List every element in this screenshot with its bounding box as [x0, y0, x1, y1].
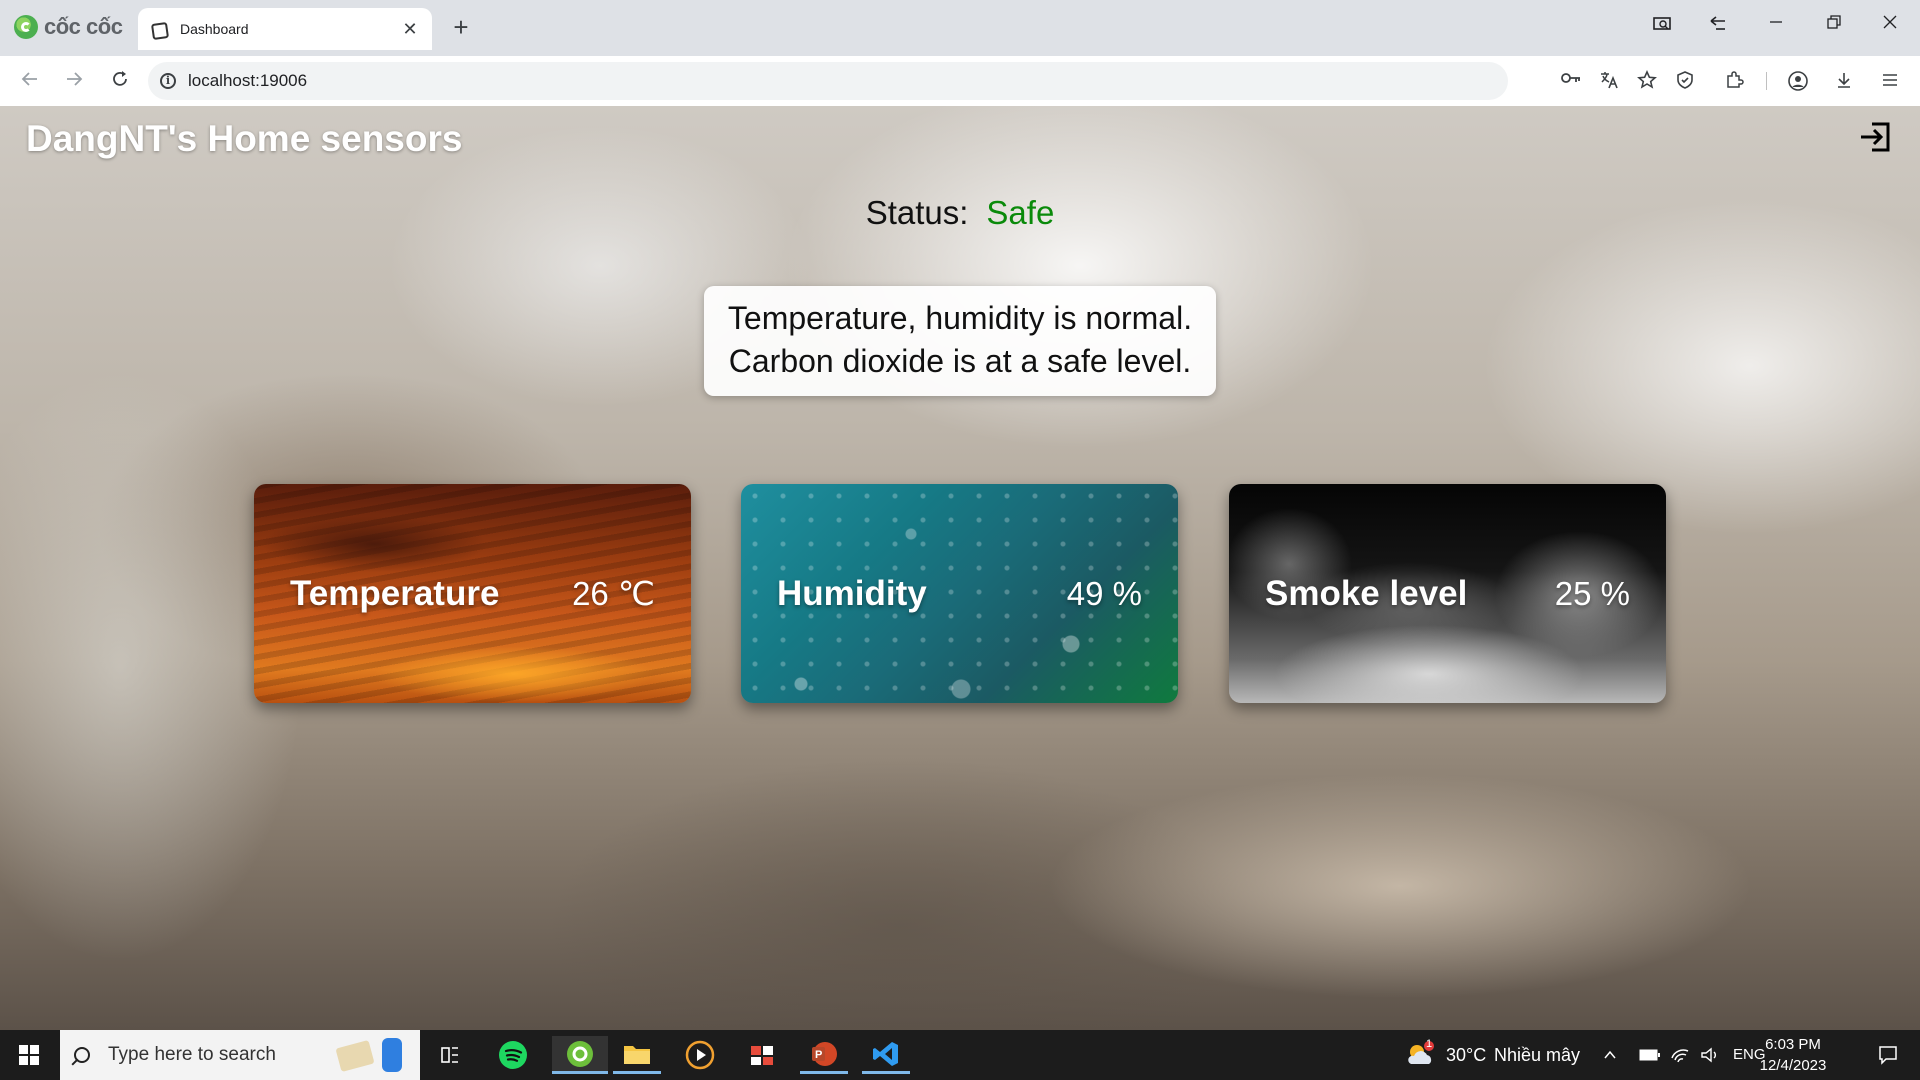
battery-icon[interactable] [1636, 1036, 1664, 1074]
search-highlight-image [320, 1030, 420, 1080]
weather-icon[interactable] [1396, 1036, 1444, 1074]
media-player-icon[interactable] [676, 1036, 724, 1074]
address-bar: i localhost:19006 [0, 56, 1920, 107]
close-icon[interactable] [1872, 14, 1908, 35]
search-icon [74, 1047, 90, 1063]
download-icon[interactable] [1830, 70, 1858, 96]
status-message-box: Temperature, humidity is normal. Carbon … [704, 286, 1216, 396]
page-title: DangNT's Home sensors [26, 118, 463, 159]
smoke-level-label: Smoke level [1265, 573, 1468, 613]
smoke-level-value: 25 % [1554, 574, 1630, 612]
status-value: Safe [986, 194, 1055, 231]
volume-icon[interactable] [1696, 1036, 1724, 1074]
snipping-icon[interactable] [738, 1036, 786, 1074]
task-view-icon[interactable] [426, 1036, 474, 1074]
reload-icon[interactable] [106, 68, 134, 96]
humidity-card[interactable]: Humidity 49 % [741, 484, 1178, 703]
search-placeholder: Type here to search [108, 1044, 276, 1065]
status-message-line1: Temperature, humidity is normal. [727, 300, 1193, 336]
temperature-card[interactable]: Temperature 26 ℃ [254, 484, 691, 703]
omnibox[interactable]: i localhost:19006 [148, 62, 1508, 100]
svg-text:P: P [815, 1049, 822, 1061]
screen-capture-icon[interactable] [1644, 14, 1680, 39]
restore-icon[interactable] [1816, 14, 1852, 35]
tab-title: Dashboard [180, 21, 249, 37]
taskbar-search-box[interactable]: Type here to search [60, 1030, 420, 1080]
humidity-label: Humidity [777, 573, 927, 613]
back-arrow-icon[interactable] [16, 68, 44, 96]
taskbar-clock[interactable]: 6:03 PM 12/4/2023 [1758, 1034, 1828, 1076]
windows-taskbar: Type here to search P 1 30°C Nhiều mây E… [0, 1030, 1920, 1080]
file-explorer-icon[interactable] [613, 1036, 661, 1074]
translate-icon[interactable] [1596, 70, 1622, 96]
info-icon[interactable]: i [160, 73, 176, 89]
coccoc-logo-icon [14, 15, 38, 39]
clock-date: 12/4/2023 [1759, 1057, 1827, 1074]
weather-desc[interactable]: Nhiều mây [1494, 1030, 1580, 1080]
menu-icon[interactable] [1876, 70, 1904, 96]
smoke-level-card[interactable]: Smoke level 25 % [1229, 484, 1666, 703]
key-icon[interactable] [1558, 70, 1584, 92]
profile-icon[interactable] [1784, 70, 1812, 98]
tab-close-button[interactable]: ✕ [400, 19, 420, 40]
vscode-icon[interactable] [862, 1036, 910, 1074]
url-text[interactable]: localhost:19006 [188, 71, 307, 91]
dashboard-page: DangNT's Home sensors Status: Safe Temper… [0, 106, 1920, 1030]
minimize-icon[interactable] [1758, 14, 1794, 35]
weather-temp[interactable]: 30°C [1446, 1030, 1486, 1080]
tab-favicon-icon [150, 20, 168, 38]
new-tab-button[interactable]: + [446, 12, 476, 42]
notification-icon[interactable] [1864, 1036, 1912, 1074]
shield-icon[interactable] [1672, 70, 1698, 96]
temperature-label: Temperature [290, 573, 500, 613]
browser-tab-bar: cốc cốc Dashboard ✕ + [0, 0, 1920, 56]
star-icon[interactable] [1634, 70, 1660, 96]
logout-icon[interactable] [1858, 120, 1892, 154]
coccoc-taskbar-icon[interactable] [552, 1036, 608, 1074]
clock-time: 6:03 PM [1765, 1036, 1821, 1053]
chevron-up-icon[interactable] [1596, 1036, 1624, 1074]
temperature-value: 26 ℃ [572, 575, 655, 612]
powerpoint-icon[interactable]: P [800, 1036, 848, 1074]
wifi-icon[interactable] [1666, 1036, 1694, 1074]
forward-arrow-icon[interactable] [60, 68, 88, 96]
back-forward-icon[interactable] [1700, 14, 1736, 39]
brand-name: cốc cốc [44, 14, 123, 39]
tab-dashboard[interactable]: Dashboard ✕ [138, 8, 432, 50]
status-message-line2: Carbon dioxide is at a safe level. [728, 343, 1192, 379]
toolbar-divider [1766, 72, 1767, 90]
extensions-icon[interactable] [1720, 70, 1748, 96]
humidity-value: 49 % [1066, 574, 1142, 612]
browser-brand[interactable]: cốc cốc [14, 12, 123, 42]
weather-badge: 1 [1425, 1038, 1433, 1050]
status-label: Status: [865, 194, 969, 231]
windows-start-icon[interactable] [0, 1030, 58, 1080]
status-line: Status: Safe [0, 194, 1920, 232]
spotify-icon[interactable] [489, 1036, 537, 1074]
